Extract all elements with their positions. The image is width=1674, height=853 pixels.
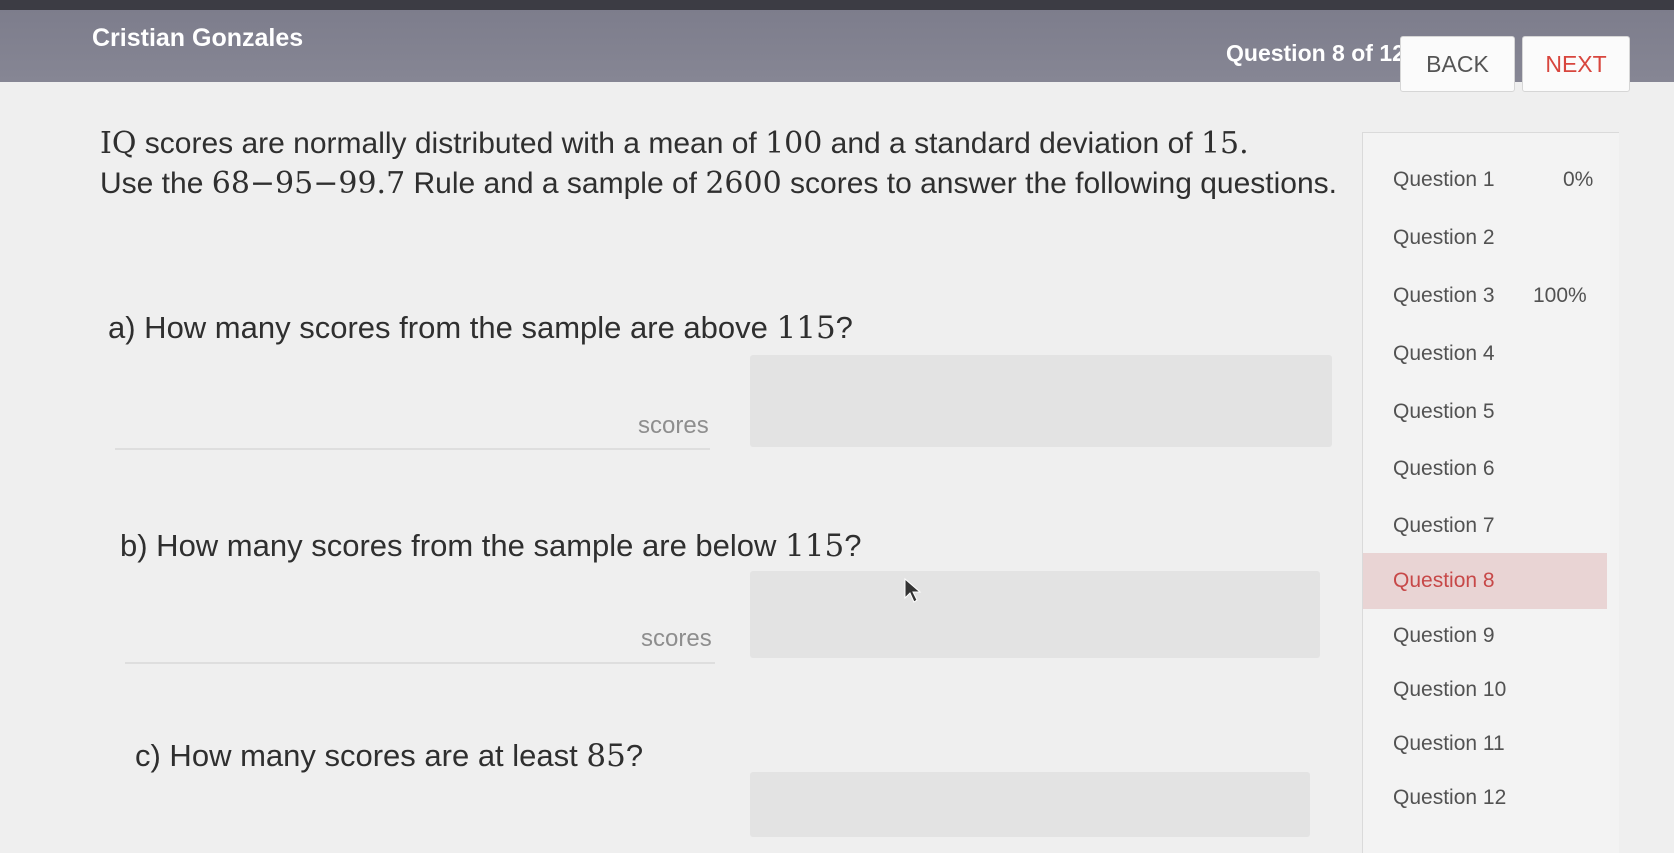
nav-item-question-8[interactable]: Question 8 — [1363, 553, 1607, 609]
answer-a-input[interactable] — [750, 355, 1332, 447]
nav-item-percent: 0% — [1563, 168, 1594, 191]
nav-item-question-6[interactable]: Question 6 — [1363, 442, 1607, 496]
nav-item-label: Question 12 — [1393, 786, 1507, 809]
question-c-suffix: ? — [625, 738, 644, 773]
nav-item-question-1[interactable]: Question 1 0% — [1363, 153, 1607, 207]
prompt-text-3: Use the — [100, 167, 212, 200]
prompt-mean: 100 — [765, 126, 823, 161]
question-a-text: a) How many scores from the sample are a… — [108, 310, 853, 346]
prompt-text-4: Rule and a sample of — [405, 167, 706, 200]
nav-item-question-9[interactable]: Question 9 — [1363, 609, 1607, 663]
question-b-suffix: ? — [844, 528, 862, 563]
nav-item-percent: 100% — [1533, 284, 1587, 307]
answer-b-input[interactable] — [750, 571, 1320, 658]
nav-item-label: Question 7 — [1393, 514, 1495, 537]
student-name: Cristian Gonzales — [92, 24, 304, 52]
answer-a-unit: scores — [638, 412, 709, 439]
question-nav-panel: Question 1 0% Question 2 Question 3 100%… — [1362, 132, 1619, 853]
prompt-text-2: and a standard deviation of — [822, 127, 1201, 160]
question-a-prefix: a) How many scores from the sample are a… — [108, 310, 777, 345]
question-c-number: 85 — [586, 738, 626, 774]
nav-item-question-5[interactable]: Question 5 — [1363, 385, 1607, 439]
top-bar: Cristian Gonzales Question 8 of 12 BACK … — [0, 0, 1674, 92]
question-a-number: 115 — [776, 310, 836, 346]
answer-c-input[interactable] — [750, 772, 1310, 837]
question-counter: Question 8 of 12 — [1226, 40, 1405, 66]
next-button[interactable]: NEXT — [1522, 36, 1630, 92]
back-button[interactable]: BACK — [1400, 36, 1515, 92]
prompt-text-1: scores are normally distributed with a m… — [136, 127, 766, 160]
nav-item-label: Question 4 — [1393, 342, 1495, 365]
prompt-sample: 2600 — [705, 166, 782, 201]
nav-item-label: Question 11 — [1393, 732, 1505, 755]
question-c-prefix: c) How many scores are at least — [135, 738, 587, 773]
question-b-prefix: b) How many scores from the sample are b… — [120, 528, 786, 563]
nav-item-question-4[interactable]: Question 4 — [1363, 327, 1607, 381]
nav-item-question-12[interactable]: Question 12 — [1363, 771, 1607, 825]
prompt-iq: IQ — [100, 126, 137, 161]
prompt-text-5: scores to answer the following questions… — [781, 167, 1337, 200]
nav-item-label: Question 2 — [1393, 226, 1495, 249]
prompt-sd: 15. — [1200, 126, 1249, 161]
nav-item-label: Question 10 — [1393, 678, 1507, 701]
answer-a-line[interactable] — [115, 448, 710, 450]
mouse-cursor-icon — [904, 578, 922, 603]
prompt-rule: 68−95−99.7 — [211, 166, 406, 201]
answer-b-line[interactable] — [125, 662, 715, 664]
nav-item-label: Question 8 — [1393, 569, 1495, 592]
question-b-number: 115 — [785, 528, 845, 564]
question-c-text: c) How many scores are at least 85? — [135, 738, 643, 774]
question-content: IQ scores are normally distributed with … — [0, 82, 1370, 837]
nav-item-label: Question 5 — [1393, 400, 1495, 423]
nav-item-label: Question 1 — [1393, 168, 1495, 191]
nav-item-question-11[interactable]: Question 11 — [1363, 717, 1607, 771]
nav-item-question-3[interactable]: Question 3 100% — [1363, 269, 1607, 323]
nav-item-label: Question 9 — [1393, 624, 1495, 647]
nav-item-question-2[interactable]: Question 2 — [1363, 211, 1607, 265]
nav-item-question-7[interactable]: Question 7 — [1363, 499, 1607, 553]
question-prompt: IQ scores are normally distributed with … — [100, 124, 1340, 204]
nav-item-label: Question 3 — [1393, 284, 1495, 307]
nav-item-label: Question 6 — [1393, 457, 1495, 480]
nav-item-question-10[interactable]: Question 10 — [1363, 663, 1607, 717]
answer-b-unit: scores — [641, 625, 712, 652]
question-b-text: b) How many scores from the sample are b… — [120, 528, 861, 564]
question-a-suffix: ? — [835, 310, 853, 345]
